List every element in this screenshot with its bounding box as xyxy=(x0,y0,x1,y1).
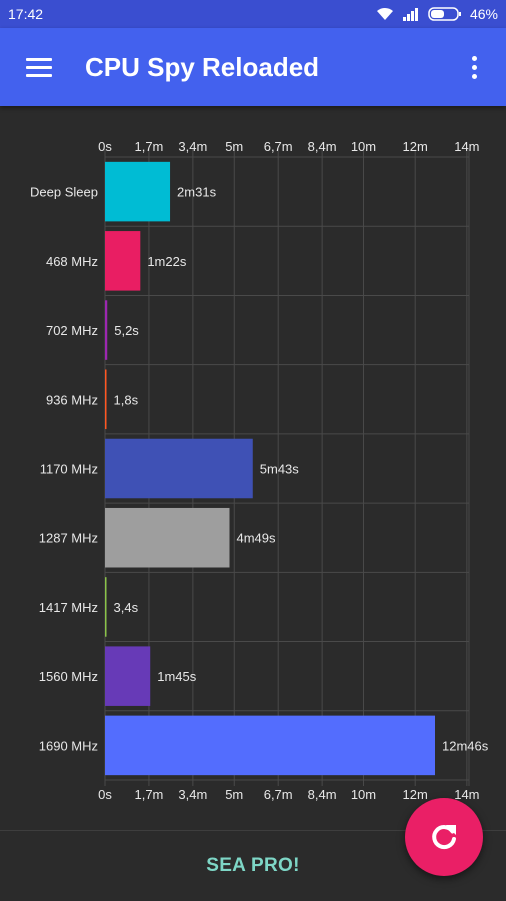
x-tick-label-top: 3,4m xyxy=(178,139,207,154)
x-tick-label-top: 5m xyxy=(225,139,243,154)
value-label: 5,2s xyxy=(114,323,139,338)
value-label: 5m43s xyxy=(260,462,300,477)
app-bar: CPU Spy Reloaded xyxy=(0,28,506,106)
refresh-icon xyxy=(432,825,456,850)
bar-chart: 0s 0s 1,7m 1,7m 3,4m 3,4m 5m 5m 6,7m 6,7m 8,4m 8,4m… xyxy=(30,139,489,802)
battery-percent: 46% xyxy=(469,6,498,22)
category-label: 468 MHz xyxy=(46,254,98,269)
bar xyxy=(105,231,141,291)
x-tick-label-bottom: 8,4m xyxy=(308,787,337,802)
bar xyxy=(105,300,108,360)
x-tick-label-bottom: 1,7m xyxy=(134,787,163,802)
x-tick-label-top: 0s xyxy=(98,139,112,154)
status-icons: 46% xyxy=(376,6,498,22)
refresh-button[interactable] xyxy=(405,798,483,876)
value-label: 4m49s xyxy=(237,531,277,546)
category-label: 936 MHz xyxy=(46,392,98,407)
x-tick-label-bottom: 5m xyxy=(225,787,243,802)
bar xyxy=(105,161,171,222)
x-tick-label-bottom: 3,4m xyxy=(178,787,207,802)
bar xyxy=(105,646,151,706)
x-tick-label-top: 6,7m xyxy=(264,139,293,154)
value-label: 1m45s xyxy=(157,669,197,684)
bar xyxy=(105,507,230,568)
bar xyxy=(105,438,253,499)
value-label: 1,8s xyxy=(114,392,139,407)
x-tick-label-bottom: 12m xyxy=(403,787,428,802)
cpu-state-chart: 0s 0s 1,7m 1,7m 3,4m 3,4m 5m 5m 6,7m 6,7m 8,4m 8,4m… xyxy=(0,106,506,830)
value-label: 3,4s xyxy=(114,600,139,615)
value-label: 1m22s xyxy=(147,254,187,269)
more-options-icon[interactable] xyxy=(472,56,478,80)
menu-icon[interactable] xyxy=(26,58,52,77)
x-tick-label-top: 8,4m xyxy=(308,139,337,154)
category-label: Deep Sleep xyxy=(30,185,98,200)
status-bar: 17:42 46% xyxy=(0,0,506,28)
category-label: 1417 MHz xyxy=(39,600,98,615)
bar xyxy=(105,369,107,430)
wifi-icon xyxy=(376,7,393,20)
category-label: 1560 MHz xyxy=(39,669,98,684)
category-label: 1287 MHz xyxy=(39,531,98,546)
status-time: 17:42 xyxy=(8,6,44,22)
x-tick-label-bottom: 6,7m xyxy=(264,787,293,802)
battery-icon xyxy=(428,7,461,21)
bar xyxy=(105,715,435,776)
category-label: 1690 MHz xyxy=(39,738,98,753)
signal-icon xyxy=(402,8,418,21)
x-tick-label-top: 14m xyxy=(454,139,479,154)
category-label: 1170 MHz xyxy=(40,462,98,477)
x-tick-label-bottom: 10m xyxy=(351,787,376,802)
app-title: CPU Spy Reloaded xyxy=(85,52,320,82)
value-label: 12m46s xyxy=(442,738,489,753)
value-label: 2m31s xyxy=(177,185,217,200)
category-label: 702 MHz xyxy=(46,323,98,338)
bar xyxy=(105,577,107,637)
x-tick-label-top: 12m xyxy=(403,139,428,154)
x-tick-label-top: 1,7m xyxy=(134,139,163,154)
x-tick-label-top: 10m xyxy=(351,139,376,154)
x-tick-label-bottom: 0s xyxy=(98,787,112,802)
